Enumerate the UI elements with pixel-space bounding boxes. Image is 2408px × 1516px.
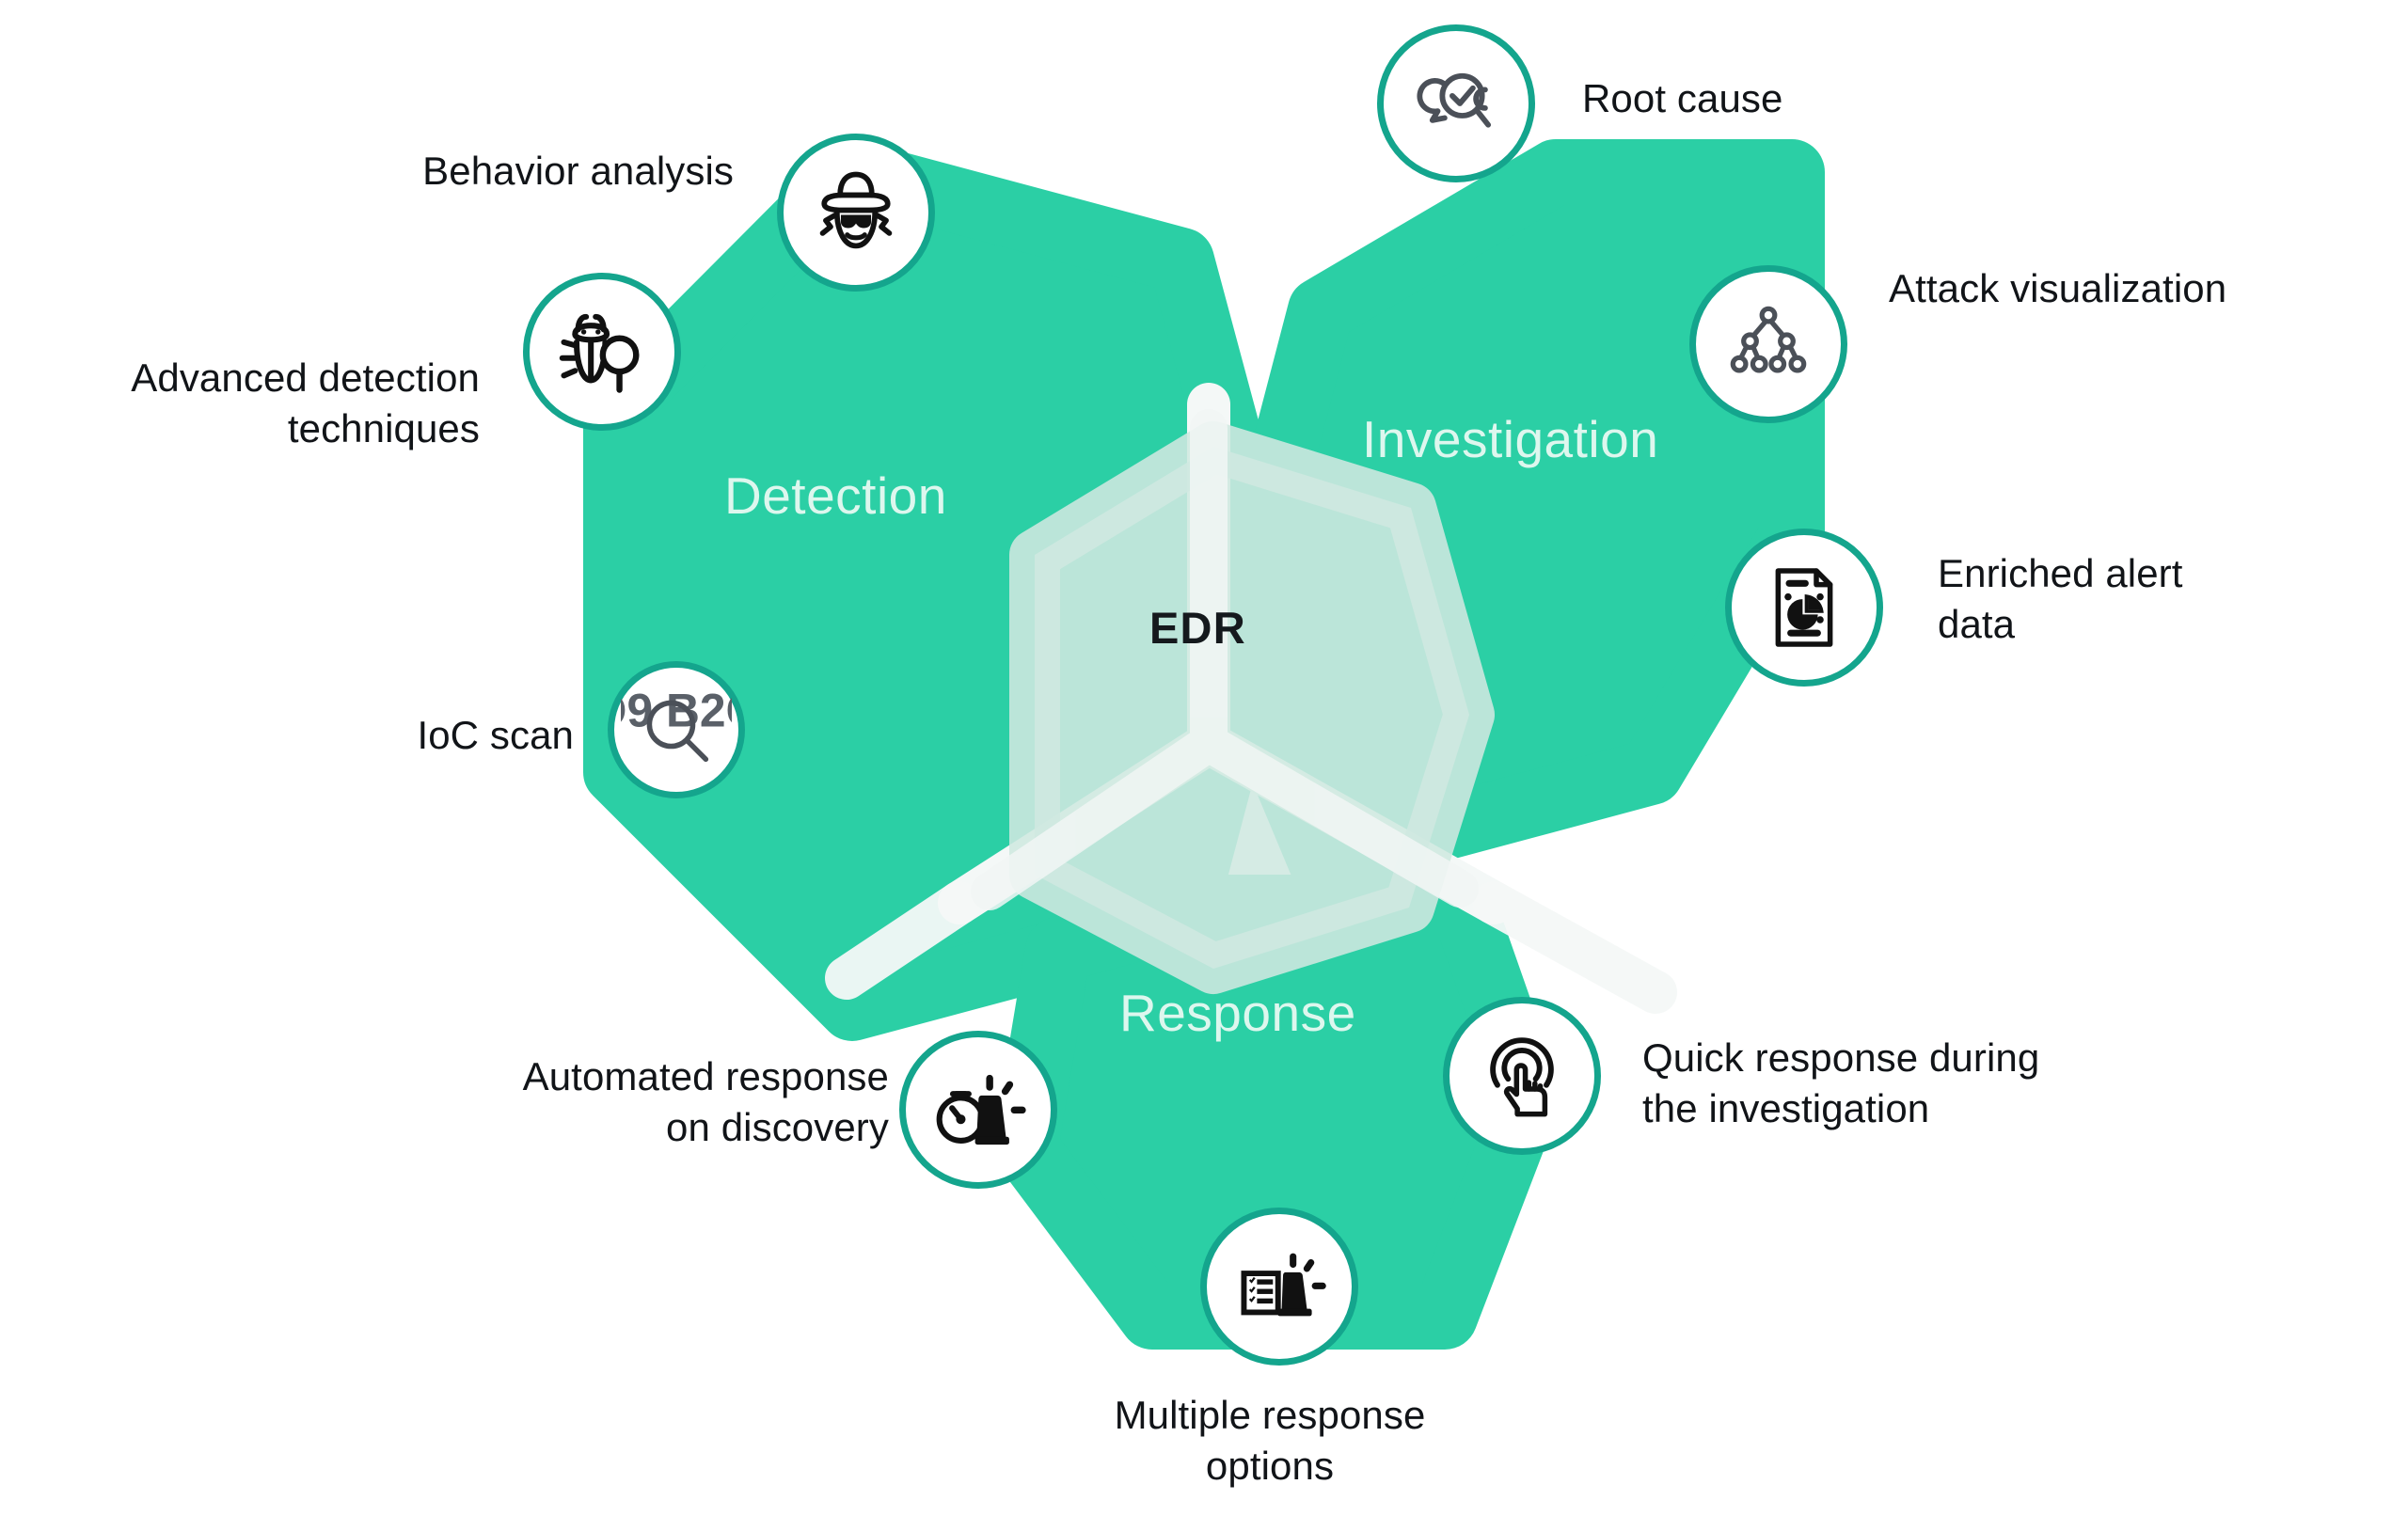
node-label-automated-response-on-discovery: Automated response on discovery bbox=[522, 1054, 889, 1149]
magnifier-check-icon[interactable] bbox=[1377, 24, 1535, 182]
node-label-multiple-response-options: Multiple response options bbox=[1114, 1393, 1426, 1488]
ioc-hash-text: D9 B2C bbox=[621, 684, 732, 736]
node-label-enriched-alert-data: Enriched alert data bbox=[1938, 551, 2183, 646]
hash-magnifier-glyph: D9 B2C bbox=[621, 684, 732, 763]
edr-diagram: Detection Investigation Response EDR 9 B… bbox=[0, 0, 2408, 1516]
hash-magnifier-icon[interactable]: D9 B2C bbox=[608, 661, 745, 798]
node-tree-icon[interactable] bbox=[1689, 265, 1847, 423]
lobe-title-investigation: Investigation bbox=[1362, 410, 1659, 468]
node-label-root-cause: Root cause bbox=[1582, 76, 1783, 120]
tap-hand-icon[interactable] bbox=[1443, 997, 1601, 1155]
node-label-advanced-detection-techniques: Advanced detection techniques bbox=[131, 355, 480, 450]
node-label-behavior-analysis: Behavior analysis bbox=[422, 149, 734, 193]
magnifier-check-glyph bbox=[1417, 72, 1492, 128]
core-hexagon-shape bbox=[1009, 421, 1495, 994]
tap-hand-glyph bbox=[1490, 1037, 1554, 1117]
node-label-attack-visualization: Attack visualization bbox=[1889, 266, 2227, 310]
document-piechart-glyph bbox=[1775, 568, 1833, 647]
core-title-edr: EDR bbox=[1149, 603, 1246, 653]
node-tree-glyph bbox=[1730, 306, 1807, 373]
bug-magnifier-icon[interactable] bbox=[523, 273, 681, 431]
document-piechart-icon[interactable] bbox=[1725, 529, 1883, 687]
checklist-siren-icon[interactable] bbox=[1200, 1208, 1358, 1366]
lobe-title-response: Response bbox=[1119, 984, 1356, 1042]
stopwatch-siren-glyph bbox=[936, 1074, 1026, 1145]
node-label-ioc-scan: IoC scan bbox=[417, 713, 574, 757]
spy-detective-icon[interactable] bbox=[777, 134, 935, 292]
spy-detective-glyph bbox=[819, 171, 893, 249]
lobe-title-detection: Detection bbox=[724, 466, 947, 525]
node-label-quick-response: Quick response during the investigation bbox=[1642, 1035, 2040, 1130]
bug-magnifier-glyph bbox=[559, 313, 640, 393]
checklist-siren-glyph bbox=[1241, 1253, 1326, 1317]
stopwatch-siren-icon[interactable] bbox=[899, 1031, 1057, 1189]
